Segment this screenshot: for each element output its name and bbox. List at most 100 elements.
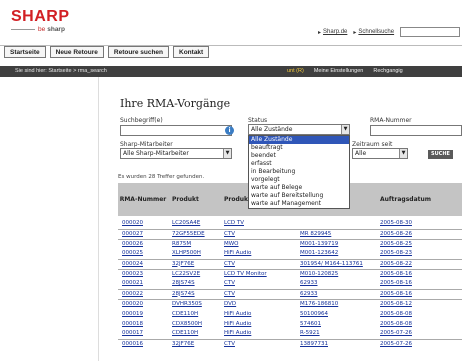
rma-link[interactable]: 000019 (122, 311, 143, 317)
logout-link[interactable]: Rechgangig (373, 66, 402, 77)
col-date-header[interactable]: Auftragsdatum (376, 183, 462, 216)
table-row[interactable]: 000016 32JF76E CTV 13897731 2005-07-26 (118, 338, 462, 349)
rma-link[interactable]: 000023 (122, 271, 143, 277)
chevron-down-icon[interactable]: ▼ (341, 125, 349, 134)
date-link[interactable]: 2005-08-12 (380, 301, 412, 307)
search-input[interactable] (120, 125, 232, 136)
settings-link[interactable]: Meine Einstellungen (314, 66, 364, 77)
product-link[interactable]: CDE110H (172, 311, 198, 317)
table-row[interactable]: 000024 32JF76E CTV 301954/ M164-113761 2… (118, 258, 462, 269)
zeitraum-select[interactable]: Alle ▼ (352, 148, 408, 159)
status-option[interactable]: vorgelegt (249, 176, 349, 184)
ref-link[interactable]: M176-186810 (300, 301, 338, 307)
quick-search-input[interactable] (400, 27, 461, 37)
ref-link[interactable]: M001-139719 (300, 241, 338, 247)
ref-link[interactable]: MR 829945 (300, 231, 331, 237)
rma-link[interactable]: 000022 (122, 291, 143, 297)
group-link[interactable]: LCD TV Monitor (224, 271, 267, 277)
table-row[interactable]: 000021 28JS74S CTV 62933 2005-08-16 (118, 279, 462, 289)
table-row[interactable]: 000019 CDE110H HiFi Audio 50100964 2005-… (118, 309, 462, 319)
date-link[interactable]: 2005-08-25 (380, 241, 412, 247)
nav-retoure-suchen-button[interactable]: Retoure suchen (107, 46, 170, 58)
rma-link[interactable]: 000020 (122, 301, 143, 307)
group-link[interactable]: HiFi Audio (224, 311, 251, 317)
rma-link[interactable]: 000018 (122, 321, 143, 327)
date-link[interactable]: 2005-07-26 (380, 330, 412, 336)
table-row[interactable]: 000018 CDX8500H HiFi Audio 574601 2005-0… (118, 319, 462, 329)
user-accent-link[interactable]: unt (R) (287, 66, 304, 77)
date-link[interactable]: 2005-08-08 (380, 321, 412, 327)
rma-link[interactable]: 000016 (122, 341, 143, 347)
product-link[interactable]: R875M (172, 241, 191, 247)
product-link[interactable]: XLHP500H (172, 250, 201, 256)
status-option[interactable]: Alle Zustände (249, 136, 349, 144)
ref-link[interactable]: M010-120825 (300, 271, 338, 277)
product-link[interactable]: CDE110H (172, 330, 198, 336)
date-link[interactable]: 2005-08-16 (380, 291, 412, 297)
nav-startseite-button[interactable]: Startseite (4, 46, 46, 58)
group-link[interactable]: LCD TV (224, 220, 244, 226)
rma-link[interactable]: 000021 (122, 280, 143, 286)
ref-link[interactable]: 13897731 (300, 341, 328, 347)
ref-link[interactable]: R-5921 (300, 330, 320, 336)
date-link[interactable]: 2005-08-16 (380, 271, 412, 277)
table-row[interactable]: 000025 XLHP500H HiFi Audio M001-123642 2… (118, 249, 462, 259)
rma-link[interactable]: 000025 (122, 250, 143, 256)
product-link[interactable]: LC22SV2E (172, 271, 200, 277)
table-row[interactable]: 000027 72GF55EDE CTV MR 829945 2005-08-2… (118, 228, 462, 239)
sharp-de-link[interactable]: Sharp.de (323, 29, 347, 35)
group-link[interactable]: CTV (224, 291, 235, 297)
group-link[interactable]: MWO (224, 241, 239, 247)
col-product-header[interactable]: Produkt (168, 183, 220, 216)
table-row[interactable]: 000017 CDE110H HiFi Audio R-5921 2005-07… (118, 329, 462, 339)
product-link[interactable]: 72GF55EDE (172, 231, 205, 237)
product-link[interactable]: 28JS74S (172, 291, 195, 297)
nav-neue-retoure-button[interactable]: Neue Retoure (49, 46, 104, 58)
sharp-staff-select[interactable]: Alle Sharp-Mitarbeiter ▼ (120, 148, 232, 159)
group-link[interactable]: CTV (224, 341, 235, 347)
chevron-down-icon[interactable]: ▼ (223, 149, 231, 158)
group-link[interactable]: CTV (224, 261, 235, 267)
chevron-down-icon[interactable]: ▼ (399, 149, 407, 158)
date-link[interactable]: 2005-08-16 (380, 280, 412, 286)
nav-kontakt-button[interactable]: Kontakt (173, 46, 210, 58)
product-link[interactable]: DVHR350S (172, 301, 202, 307)
group-link[interactable]: HiFi Audio (224, 330, 251, 336)
status-option[interactable]: warte auf Belege (249, 184, 349, 192)
status-option[interactable]: beauftragt (249, 144, 349, 152)
group-link[interactable]: HiFi Audio (224, 250, 251, 256)
group-link[interactable]: DVD (224, 301, 236, 307)
ref-link[interactable]: 62933 (300, 280, 318, 286)
ref-link[interactable]: 62933 (300, 291, 318, 297)
ref-link[interactable]: 574601 (300, 321, 321, 327)
table-row[interactable]: 000020 LC20SA4E LCD TV 2005-08-30 (118, 219, 462, 229)
col-rma-header[interactable]: RMA-Nummer (118, 183, 168, 216)
group-link[interactable]: CTV (224, 280, 235, 286)
table-row[interactable]: 000020 DVHR350S DVD M176-186810 2005-08-… (118, 298, 462, 309)
date-link[interactable]: 2005-08-30 (380, 220, 412, 226)
date-link[interactable]: 2005-08-22 (380, 261, 412, 267)
rma-link[interactable]: 000020 (122, 220, 143, 226)
search-submit-button[interactable]: SUCHE (428, 150, 453, 159)
group-link[interactable]: HiFi Audio (224, 321, 251, 327)
status-option[interactable]: erfasst (249, 160, 349, 168)
schnellsuche-link[interactable]: Schnellsuche (358, 29, 394, 35)
status-option[interactable]: warte auf Bereitstellung (249, 192, 349, 200)
rma-number-input[interactable] (370, 125, 462, 136)
rma-link[interactable]: 000017 (122, 330, 143, 336)
product-link[interactable]: 32JF76E (172, 341, 194, 347)
date-link[interactable]: 2005-08-23 (380, 250, 412, 256)
info-icon[interactable]: i (225, 126, 234, 135)
table-row[interactable]: 000022 28JS74S CTV 62933 2005-08-16 (118, 288, 462, 299)
rma-link[interactable]: 000027 (122, 231, 143, 237)
product-link[interactable]: 32JF76E (172, 261, 194, 267)
rma-link[interactable]: 000024 (122, 261, 143, 267)
product-link[interactable]: CDX8500H (172, 321, 202, 327)
status-option[interactable]: in Bearbeitung (249, 168, 349, 176)
table-row[interactable]: 000026 R875M MWO M001-139719 2005-08-25 (118, 238, 462, 249)
date-link[interactable]: 2005-08-26 (380, 231, 412, 237)
date-link[interactable]: 2005-07-26 (380, 341, 412, 347)
status-option[interactable]: warte auf Management (249, 200, 349, 208)
date-link[interactable]: 2005-08-08 (380, 311, 412, 317)
group-link[interactable]: CTV (224, 231, 235, 237)
